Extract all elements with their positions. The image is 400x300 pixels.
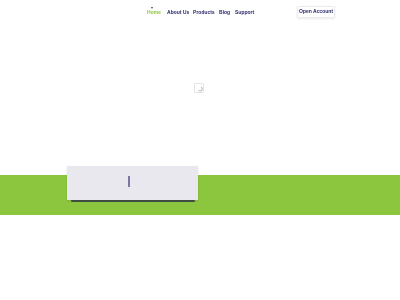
- nav-item-home[interactable]: Home: [147, 10, 161, 16]
- content-card: [67, 166, 198, 200]
- top-navigation: Home About Us Products Blog Support: [0, 6, 400, 20]
- chevron-down-icon[interactable]: [151, 7, 153, 9]
- nav-item-products[interactable]: Products: [193, 10, 215, 16]
- spinner-icon: [194, 83, 204, 93]
- nav-item-support[interactable]: Support: [235, 10, 254, 16]
- nav-item-about-us[interactable]: About Us: [167, 10, 189, 16]
- open-account-button[interactable]: Open Account: [297, 6, 335, 18]
- green-banner: [0, 175, 400, 215]
- text-cursor: [128, 176, 130, 187]
- nav-item-blog[interactable]: Blog: [219, 10, 230, 16]
- card-shadow: [71, 200, 195, 202]
